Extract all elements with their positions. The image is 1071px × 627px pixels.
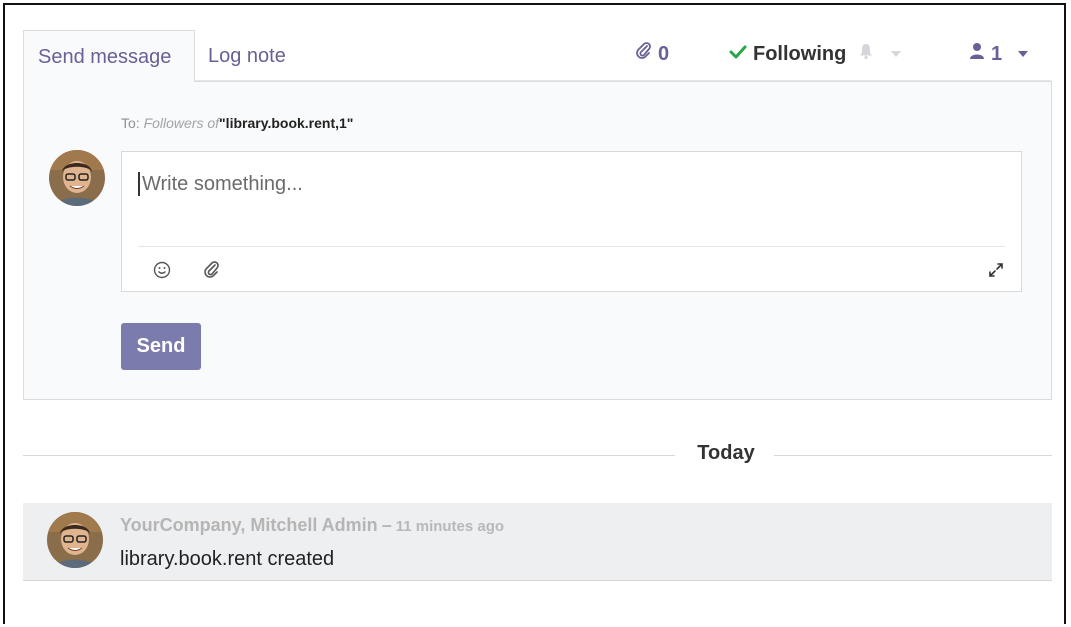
date-separator-label: Today <box>697 442 755 464</box>
chevron-down-icon <box>1018 51 1029 57</box>
tab-send-message-label: Send message <box>38 46 172 68</box>
check-icon <box>729 43 747 66</box>
composer-divider <box>138 246 1005 247</box>
avatar <box>49 150 105 206</box>
smiley-icon <box>153 261 171 279</box>
tab-send-message[interactable]: Send message <box>23 30 195 82</box>
user-icon <box>969 42 985 66</box>
paperclip-icon <box>636 42 652 66</box>
expand-icon <box>989 263 1003 277</box>
followers-button[interactable]: 1 <box>969 40 1029 68</box>
attachments-button[interactable]: 0 <box>636 40 669 68</box>
chevron-down-icon <box>891 51 901 57</box>
tab-log-note-label: Log note <box>208 45 286 67</box>
paperclip-icon <box>204 261 219 278</box>
notification-settings-button[interactable] <box>857 40 901 68</box>
followers-count: 1 <box>991 42 1003 65</box>
bell-icon <box>857 42 875 66</box>
send-button[interactable]: Send <box>121 323 201 370</box>
emoji-button[interactable] <box>148 256 176 284</box>
message-dash: – <box>381 515 392 535</box>
record-target: "library.book.rent,1" <box>219 115 354 131</box>
followers-of-label: Followers of <box>143 115 220 131</box>
message-item: YourCompany, Mitchell Admin –11 minutes a… <box>23 503 1052 581</box>
avatar <box>47 512 103 568</box>
following-label: Following <box>753 42 847 65</box>
expand-composer-button[interactable] <box>982 256 1010 284</box>
recipients-line: To: Followers of"library.book.rent,1" <box>121 115 353 131</box>
to-prefix: To: <box>121 115 140 131</box>
message-body: library.book.rent created <box>120 548 335 570</box>
message-composer[interactable]: Write something... <box>121 151 1022 292</box>
separator-line-left <box>23 455 675 456</box>
attach-file-button[interactable] <box>198 256 226 284</box>
message-input[interactable]: Write something... <box>138 172 303 196</box>
separator-line-right <box>774 455 1052 456</box>
attachments-count: 0 <box>658 42 670 65</box>
follow-button[interactable]: Following <box>729 40 846 68</box>
tab-log-note[interactable]: Log note <box>194 30 300 82</box>
message-header: YourCompany, Mitchell Admin –11 minutes a… <box>120 515 504 536</box>
message-author[interactable]: YourCompany, Mitchell Admin <box>120 515 378 535</box>
message-timestamp: 11 minutes ago <box>395 518 505 535</box>
